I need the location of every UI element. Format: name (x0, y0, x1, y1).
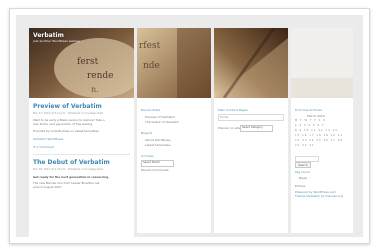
pages-item-home[interactable]: Home (218, 114, 284, 121)
search-button[interactable]: Search (295, 162, 311, 168)
tag-item[interactable]: News (299, 176, 307, 180)
comments-link-1[interactable]: ✉ 1 Comment (33, 145, 54, 149)
post-title-2[interactable]: The Debut of Verbatim (33, 159, 110, 166)
post-title-1[interactable]: Preview of Verbatim (33, 103, 102, 110)
calendar-row-3: 15 16 17 18 19 20 21 (295, 134, 344, 137)
screenshot-frame: ferst rende n. Verbatim Just another Wor… (9, 8, 370, 244)
calendar-row-2: 8 9 10 11 12 13 14 (295, 129, 338, 132)
header-image-4 (291, 28, 353, 98)
popular-label: Popular on site (218, 126, 241, 130)
calendar-row-1: 1 2 3 4 5 6 7 (295, 124, 325, 127)
blogroll-title: Blogroll (141, 131, 153, 135)
sidebar-column-2: rfest nde Recent Posts Preview of Verbat… (137, 28, 211, 233)
pages-title: Main Content Pages (218, 108, 248, 112)
footer-line-2[interactable]: Theme Verbatim by Discuss.org (295, 194, 343, 198)
recent-comments-link[interactable]: Recent Comments (141, 168, 169, 172)
category-select[interactable]: Select Category (240, 125, 273, 132)
recent-post-item-2[interactable]: The Debut of Verbatim (145, 120, 179, 124)
comments-label-1: 1 Comment (36, 145, 55, 149)
blog-title[interactable]: Verbatim (33, 32, 64, 39)
sidebar-column-4: From the Archives March 2010 M T W T F S… (291, 28, 353, 233)
blog-tagline: Just another WordPress weblog (33, 39, 80, 43)
post-excerpt-2-bold: Get ready for the next generation in res… (33, 175, 110, 179)
calendar-weekdays: M T W T F S S (295, 119, 326, 122)
post-link-1[interactable]: Verbatim WordPress (33, 137, 63, 141)
calendar-row-5: 29 30 31 (295, 144, 315, 147)
post-excerpt-2b: around August 2007 (33, 185, 62, 189)
main-column: ferst rende n. Verbatim Just another Wor… (29, 28, 134, 237)
tags-title: Tag Cloud (295, 170, 310, 174)
archives-title: Archives (141, 154, 154, 158)
blogroll-item-1[interactable]: About WordPress (145, 138, 170, 142)
sidebar-column-3: Main Content Pages Home Popular on site … (214, 28, 288, 233)
svg-text:n.: n. (91, 85, 99, 94)
svg-text:rfest: rfest (139, 41, 161, 51)
svg-text:rende: rende (87, 71, 114, 81)
calendar-row-4: 22 23 24 25 26 27 28 (295, 139, 344, 142)
post-meta-2: Mar 26, 2010 at 5:30 pm · Published in U… (33, 168, 104, 171)
post-excerpt-1b: look at the next generation of free webl… (33, 122, 93, 126)
post-separator (33, 154, 130, 155)
blogroll-item-2[interactable]: Latest templates (145, 143, 170, 147)
header-image-3 (214, 28, 288, 98)
svg-text:ferst: ferst (77, 57, 99, 67)
post-excerpt-1c: Provided by Code-Buddies on Latest templ… (33, 129, 100, 133)
calendar-month: March 2010 (307, 114, 325, 118)
archives-select[interactable]: Select Month (141, 160, 174, 167)
entries-title: Entries (295, 184, 306, 188)
svg-text:nde: nde (143, 61, 160, 71)
post-meta-1: Mar 27, 2010 at 3:12 pm · Published in U… (33, 112, 104, 115)
recent-post-item-1[interactable]: Preview of Verbatim (145, 115, 175, 119)
calendar-title: From the Archives (295, 108, 323, 112)
header-image-2: rfest nde (137, 28, 211, 98)
header-image-left: ferst rende n. Verbatim Just another Wor… (29, 28, 134, 98)
page-background: ferst rende n. Verbatim Just another Wor… (16, 15, 363, 237)
recent-posts-title: Recent Posts (141, 108, 161, 112)
